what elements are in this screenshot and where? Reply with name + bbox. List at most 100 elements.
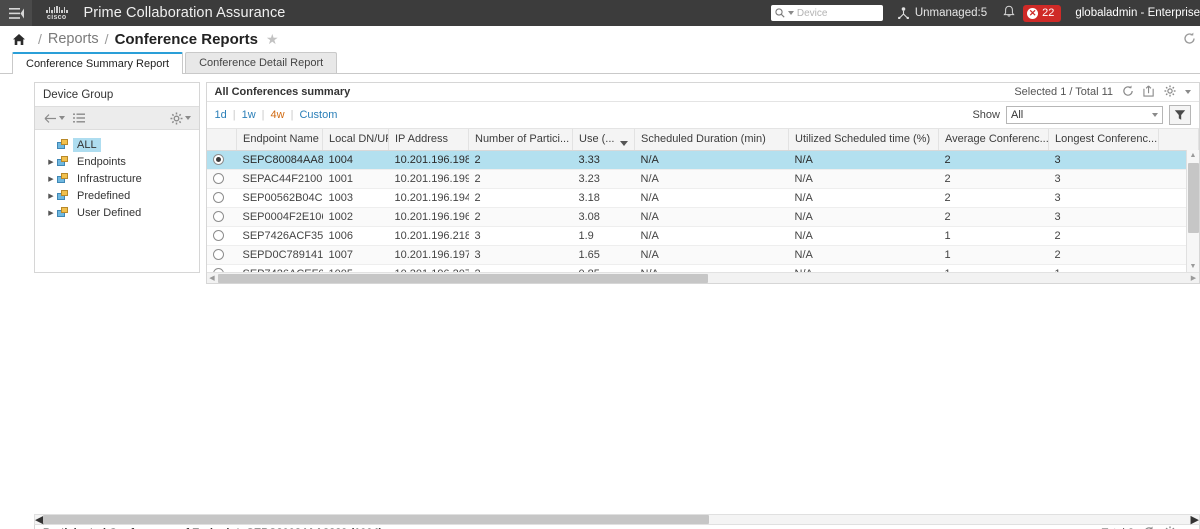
- row-radio[interactable]: [212, 154, 224, 166]
- chevron-down-icon[interactable]: [1185, 90, 1191, 94]
- chevron-down-icon[interactable]: [59, 116, 65, 120]
- tab-conference-detail-report[interactable]: Conference Detail Report: [185, 52, 338, 73]
- summary-vertical-scrollbar[interactable]: ▲ ▼: [1186, 150, 1199, 272]
- time-range-1w[interactable]: 1w: [242, 109, 256, 121]
- cell-average-conference: 1: [938, 226, 1049, 246]
- tree-item-infrastructure[interactable]: ▶ Infrastructure: [39, 170, 199, 187]
- scroll-up-arrow-icon[interactable]: ▲: [1187, 150, 1199, 161]
- expand-arrow-icon[interactable]: ▶: [45, 158, 57, 166]
- cell-use: 0.85: [572, 264, 635, 272]
- refresh-icon[interactable]: [1143, 526, 1155, 529]
- row-select-cell[interactable]: [206, 188, 237, 208]
- tab-label: Conference Summary Report: [26, 58, 170, 70]
- summary-table-body: SEPC80084AA8... 1004 10.201.196.198 2 3.…: [206, 150, 1199, 272]
- app-title: Prime Collaboration Assurance: [83, 5, 286, 21]
- back-arrow-icon[interactable]: [43, 113, 65, 124]
- tree-item-endpoints[interactable]: ▶ Endpoints: [39, 153, 199, 170]
- table-row[interactable]: SEPC80084AA8... 1004 10.201.196.198 2 3.…: [206, 150, 1199, 170]
- row-select-cell[interactable]: [206, 207, 237, 227]
- summary-col-utilized-scheduled-time[interactable]: Utilized Scheduled time (%): [788, 129, 939, 151]
- table-row[interactable]: SEP7426ACEF0... 1005 10.201.196.207 2 0.…: [206, 264, 1199, 272]
- row-select-cell[interactable]: [206, 264, 237, 272]
- page-horizontal-scrollbar[interactable]: ◀ ▶: [34, 513, 1200, 526]
- summary-col-scheduled-duration[interactable]: Scheduled Duration (min): [634, 129, 789, 151]
- scrollbar-thumb[interactable]: [217, 273, 708, 283]
- show-label: Show: [972, 109, 1000, 121]
- unmanaged-devices-indicator[interactable]: Unmanaged:5: [897, 7, 987, 19]
- summary-col-use-label: Use (...: [579, 132, 615, 145]
- breadcrumb-reports-link[interactable]: Reports: [48, 31, 99, 47]
- refresh-icon[interactable]: [1122, 85, 1134, 100]
- expand-arrow-icon[interactable]: ▶: [45, 175, 57, 183]
- row-radio[interactable]: [212, 230, 224, 242]
- row-radio[interactable]: [212, 173, 224, 185]
- scrollbar-thumb[interactable]: [43, 515, 710, 524]
- summary-horizontal-scrollbar[interactable]: ◀ ▶: [206, 272, 1199, 283]
- cell-average-conference: 2: [938, 207, 1049, 227]
- gear-icon[interactable]: [170, 112, 191, 125]
- list-view-icon[interactable]: [73, 113, 85, 124]
- home-icon[interactable]: [12, 33, 26, 46]
- scroll-right-arrow-icon[interactable]: ▶: [1188, 274, 1199, 282]
- cell-local-dn: 1002: [322, 207, 389, 227]
- summary-col-use[interactable]: Use (...: [572, 129, 635, 151]
- table-row[interactable]: SEP7426ACF35... 1006 10.201.196.218 3 1.…: [206, 226, 1199, 246]
- summary-col-longest-conference[interactable]: Longest Conferenc...: [1048, 129, 1159, 151]
- bell-icon[interactable]: [1003, 5, 1015, 21]
- scroll-left-arrow-icon[interactable]: ◀: [35, 513, 43, 526]
- reports-pane: All Conferences summary Selected 1 / Tot…: [205, 82, 1200, 514]
- summary-record-counts: Selected 1 / Total 11: [1014, 86, 1113, 98]
- summary-col-local-dn[interactable]: Local DN/URI: [322, 129, 389, 151]
- cell-scheduled-duration: N/A: [634, 207, 789, 227]
- cell-average-conference: 2: [938, 169, 1049, 189]
- scroll-left-arrow-icon[interactable]: ◀: [207, 274, 218, 282]
- tab-label: Conference Detail Report: [199, 57, 324, 69]
- search-input[interactable]: Device: [770, 5, 883, 21]
- tree-item-user-defined[interactable]: ▶ User Defined: [39, 204, 199, 221]
- scroll-down-arrow-icon[interactable]: ▼: [1187, 261, 1199, 272]
- chevron-down-icon[interactable]: [184, 116, 191, 120]
- time-range-1d[interactable]: 1d: [215, 109, 227, 121]
- expand-arrow-icon[interactable]: ▶: [45, 192, 57, 200]
- expand-arrow-icon[interactable]: ▶: [45, 209, 57, 217]
- scroll-right-arrow-icon[interactable]: ▶: [1191, 513, 1199, 526]
- chevron-down-icon[interactable]: [787, 11, 794, 15]
- gear-icon[interactable]: [1164, 84, 1176, 100]
- cell-utilized: N/A: [788, 264, 939, 272]
- refresh-icon[interactable]: [1183, 32, 1196, 48]
- cell-participants: 2: [468, 169, 573, 189]
- row-select-cell[interactable]: [206, 169, 237, 189]
- user-account-label[interactable]: globaladmin - Enterprise: [1075, 7, 1200, 19]
- summary-col-participants[interactable]: Number of Partici...: [468, 129, 573, 151]
- summary-show-select[interactable]: All: [1006, 106, 1163, 124]
- export-icon[interactable]: [1143, 85, 1155, 100]
- cell-scheduled-duration: N/A: [634, 245, 789, 265]
- tree-item-all[interactable]: ALL: [39, 136, 199, 153]
- summary-col-endpoint-name[interactable]: Endpoint Name: [236, 129, 323, 151]
- row-select-cell[interactable]: [206, 150, 237, 170]
- time-range-4w[interactable]: 4w: [271, 109, 285, 121]
- table-row[interactable]: SEP0004F2E106... 1002 10.201.196.196 2 3…: [206, 207, 1199, 227]
- device-group-title: Device Group: [43, 89, 114, 101]
- summary-col-average-conference[interactable]: Average Conferenc...: [938, 129, 1049, 151]
- tree-item-predefined[interactable]: ▶ Predefined: [39, 187, 199, 204]
- row-select-cell[interactable]: [206, 226, 237, 246]
- row-radio[interactable]: [212, 211, 224, 223]
- table-row[interactable]: SEPD0C789141... 1007 10.201.196.197 3 1.…: [206, 245, 1199, 265]
- table-row[interactable]: SEPAC44F2100... 1001 10.201.196.199 2 3.…: [206, 169, 1199, 189]
- cell-utilized: N/A: [788, 169, 939, 189]
- summary-col-ip-address[interactable]: IP Address: [388, 129, 469, 151]
- menu-icon[interactable]: [0, 0, 32, 26]
- row-select-cell[interactable]: [206, 245, 237, 265]
- gear-icon[interactable]: [1164, 525, 1176, 529]
- filter-icon[interactable]: [1169, 105, 1191, 125]
- table-row[interactable]: SEP00562B04C... 1003 10.201.196.194 2 3.…: [206, 188, 1199, 208]
- scrollbar-thumb[interactable]: [1188, 163, 1199, 233]
- alarm-badge[interactable]: ✕ 22: [1023, 4, 1062, 22]
- row-radio[interactable]: [212, 192, 224, 204]
- favorite-star-icon[interactable]: ★: [266, 31, 279, 48]
- cell-local-dn: 1004: [322, 150, 389, 170]
- row-radio[interactable]: [212, 249, 224, 261]
- tab-conference-summary-report[interactable]: Conference Summary Report: [12, 52, 184, 74]
- time-range-custom[interactable]: Custom: [299, 109, 337, 121]
